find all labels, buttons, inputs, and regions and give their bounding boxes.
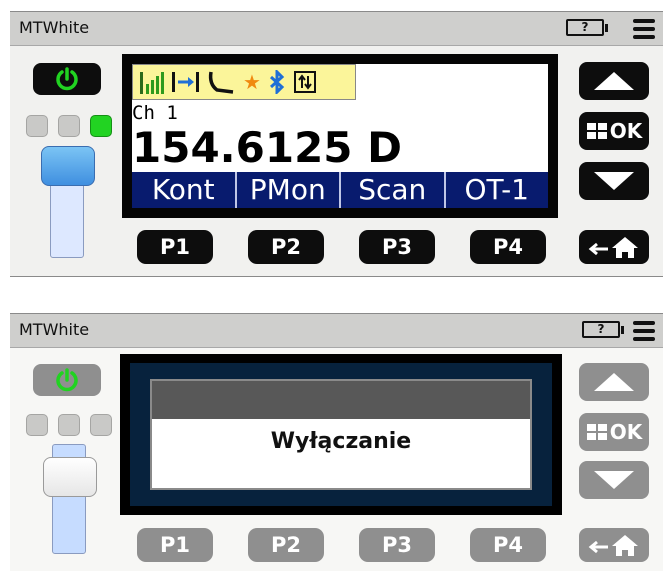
- power-icon: [56, 368, 78, 392]
- display-frame: Wyłączanie: [130, 363, 552, 506]
- radio-panel-active: MTWhite ? ★ Ch 1 154.6125 D Kont PMon Sc…: [10, 11, 663, 277]
- dialog-header: [152, 381, 530, 419]
- ok-button[interactable]: OK: [579, 413, 649, 451]
- led-1: [26, 115, 48, 137]
- status-leds: [26, 115, 112, 137]
- softkey-scan[interactable]: Scan: [339, 172, 444, 208]
- grid-icon: [586, 424, 607, 440]
- radio-panel-shutdown: MTWhite ? Wyłączanie OK P1 P2 P3 P4: [10, 313, 663, 571]
- menu-icon[interactable]: [633, 321, 655, 341]
- shutdown-dialog: Wyłączanie: [150, 379, 532, 490]
- triangle-up-icon: [594, 373, 634, 391]
- back-home-icon: [588, 535, 638, 556]
- bluetooth-icon: [269, 70, 285, 94]
- p4-button[interactable]: P4: [470, 528, 546, 562]
- lcd-screen: ★ Ch 1 154.6125 D Kont PMon Scan OT-1: [132, 64, 548, 208]
- led-2: [58, 115, 80, 137]
- volume-slider-knob[interactable]: [43, 457, 97, 497]
- window-title: MTWhite: [19, 320, 90, 339]
- softkey-ot1[interactable]: OT-1: [443, 172, 549, 208]
- ok-label: OK: [609, 119, 643, 143]
- frequency-display: 154.6125 D: [132, 123, 403, 172]
- battery-icon: ?: [582, 321, 624, 338]
- triangle-down-icon: [594, 471, 634, 489]
- p4-button[interactable]: P4: [470, 230, 546, 264]
- led-3: [90, 414, 112, 436]
- p1-button[interactable]: P1: [137, 528, 213, 562]
- down-button[interactable]: [579, 162, 649, 200]
- back-home-button[interactable]: [579, 528, 649, 562]
- window-title: MTWhite: [19, 18, 90, 37]
- p3-button[interactable]: P3: [359, 230, 435, 264]
- grid-icon: [586, 123, 607, 139]
- softkey-pmon[interactable]: PMon: [234, 172, 340, 208]
- battery-icon: ?: [566, 19, 608, 36]
- softkey-kont[interactable]: Kont: [132, 172, 235, 208]
- status-icon-bar: ★: [132, 64, 356, 100]
- arrow-bar-icon: [172, 72, 199, 92]
- back-home-button[interactable]: [579, 230, 649, 264]
- up-button[interactable]: [579, 363, 649, 401]
- up-button[interactable]: [579, 62, 649, 100]
- star-icon: ★: [243, 70, 261, 94]
- volume-slider-knob[interactable]: [41, 146, 95, 186]
- p2-button[interactable]: P2: [248, 230, 324, 264]
- menu-icon[interactable]: [633, 19, 655, 39]
- p2-button[interactable]: P2: [248, 528, 324, 562]
- softkey-bar: Kont PMon Scan OT-1: [132, 172, 548, 208]
- dialog-message: Wyłączanie: [270, 429, 412, 454]
- power-button[interactable]: [33, 364, 101, 396]
- power-button[interactable]: [33, 63, 101, 95]
- channel-label: Ch 1: [132, 102, 178, 124]
- back-home-icon: [588, 237, 638, 258]
- handset-icon: [208, 71, 234, 94]
- power-icon: [56, 67, 78, 91]
- title-bar: MTWhite ?: [10, 12, 663, 46]
- led-1: [26, 414, 48, 436]
- led-2: [58, 414, 80, 436]
- signal-icon: [140, 72, 164, 94]
- p3-button[interactable]: P3: [359, 528, 435, 562]
- triangle-down-icon: [594, 172, 634, 190]
- led-3: [90, 115, 112, 137]
- title-bar: MTWhite ?: [10, 314, 663, 348]
- radio-display: Wyłączanie: [120, 354, 562, 515]
- transfer-icon: [293, 71, 316, 93]
- radio-display: ★ Ch 1 154.6125 D Kont PMon Scan OT-1: [122, 54, 558, 218]
- status-leds: [26, 414, 112, 436]
- ok-button[interactable]: OK: [579, 112, 649, 150]
- down-button[interactable]: [579, 461, 649, 499]
- triangle-up-icon: [594, 72, 634, 90]
- ok-label: OK: [609, 420, 643, 444]
- p1-button[interactable]: P1: [137, 230, 213, 264]
